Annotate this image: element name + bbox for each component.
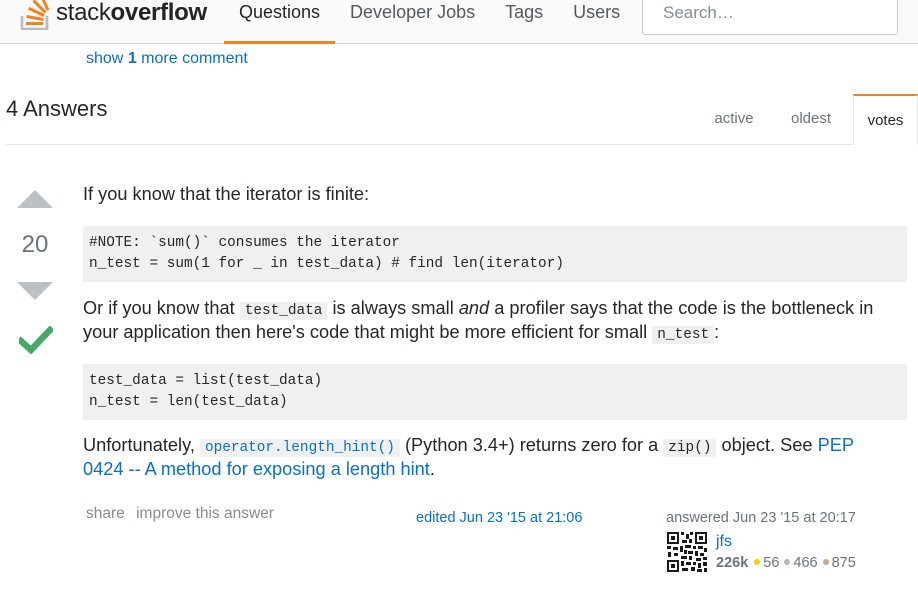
inline-code-zip: zip() [663, 439, 717, 457]
user-name-link[interactable]: jfs [716, 533, 732, 551]
post-menu: share improve this answer [86, 505, 281, 523]
inline-code-test-data: test_data [239, 302, 328, 320]
answer-paragraph-2-line-2: your application then here's code that m… [83, 322, 720, 344]
improve-answer-link[interactable]: improve this answer [136, 505, 274, 522]
nav-questions[interactable]: Questions [224, 0, 336, 44]
user-avatar[interactable] [666, 531, 708, 573]
upvote-arrow-icon[interactable] [17, 190, 53, 208]
silver-badge-count: 466 [793, 555, 818, 571]
vote-count: 20 [21, 231, 49, 258]
downvote-arrow-icon[interactable] [17, 282, 53, 300]
sort-tab-votes[interactable]: votes [853, 94, 918, 145]
answer-sort-tabs: active oldest votes [0, 94, 918, 145]
code-line: n_test = len(test_data) [89, 394, 288, 410]
accepted-checkmark-icon [19, 326, 53, 354]
reputation-score: 226k [716, 555, 749, 571]
sort-tab-oldest[interactable]: oldest [780, 94, 842, 145]
share-link[interactable]: share [86, 505, 125, 522]
pep-link-continued[interactable]: 0424 -- A method for exposing a length h… [83, 459, 430, 479]
top-bar: stackoverflow Questions Developer Jobs T… [0, 0, 918, 44]
code-block-1: #NOTE: `sum()` consumes the iterator n_t… [83, 226, 907, 282]
bronze-badge-icon [822, 559, 829, 566]
edited-timestamp-link[interactable]: edited Jun 23 '15 at 21:06 [416, 510, 582, 526]
nav-users[interactable]: Users [558, 0, 635, 44]
bronze-badge-count: 875 [831, 555, 856, 571]
site-logo[interactable]: stackoverflow [20, 0, 207, 32]
sort-tab-active[interactable]: active [703, 94, 765, 145]
gold-badge-count: 56 [763, 555, 780, 571]
show-more-comments-link[interactable]: show 1 more comment [86, 50, 248, 68]
code-line: #NOTE: `sum()` consumes the iterator [89, 235, 400, 251]
inline-code-n-test: n_test [652, 326, 715, 344]
nav-developer-jobs[interactable]: Developer Jobs [335, 0, 490, 44]
search-input[interactable] [643, 0, 897, 34]
answered-timestamp: answered Jun 23 '15 at 20:17 [666, 510, 856, 526]
length-hint-link[interactable]: operator.length_hint() [199, 439, 400, 457]
code-line: test_data = list(test_data) [89, 373, 323, 389]
code-line: n_test = sum(1 for _ in test_data) # fin… [89, 256, 564, 272]
search-box [642, 0, 898, 35]
answer-paragraph-1: If you know that the iterator is finite: [83, 184, 370, 204]
answer-paragraph-3-line-1: Unfortunately, operator.length_hint() (P… [83, 435, 854, 457]
main-nav: Questions Developer Jobs Tags Users [224, 0, 635, 44]
answer-paragraph-2-line-1: Or if you know that test_data is always … [83, 298, 874, 320]
silver-badge-icon [784, 559, 791, 566]
nav-tags[interactable]: Tags [490, 0, 558, 44]
answer-paragraph-3-line-2: 0424 -- A method for exposing a length h… [83, 459, 435, 479]
user-stats: 226k 56 466 875 [716, 555, 861, 571]
logo-text: stackoverflow [56, 0, 207, 26]
stackoverflow-logo-icon [20, 0, 50, 30]
code-block-2: test_data = list(test_data) n_test = len… [83, 364, 907, 420]
pep-link[interactable]: PEP [818, 435, 854, 455]
gold-badge-icon [754, 559, 761, 566]
